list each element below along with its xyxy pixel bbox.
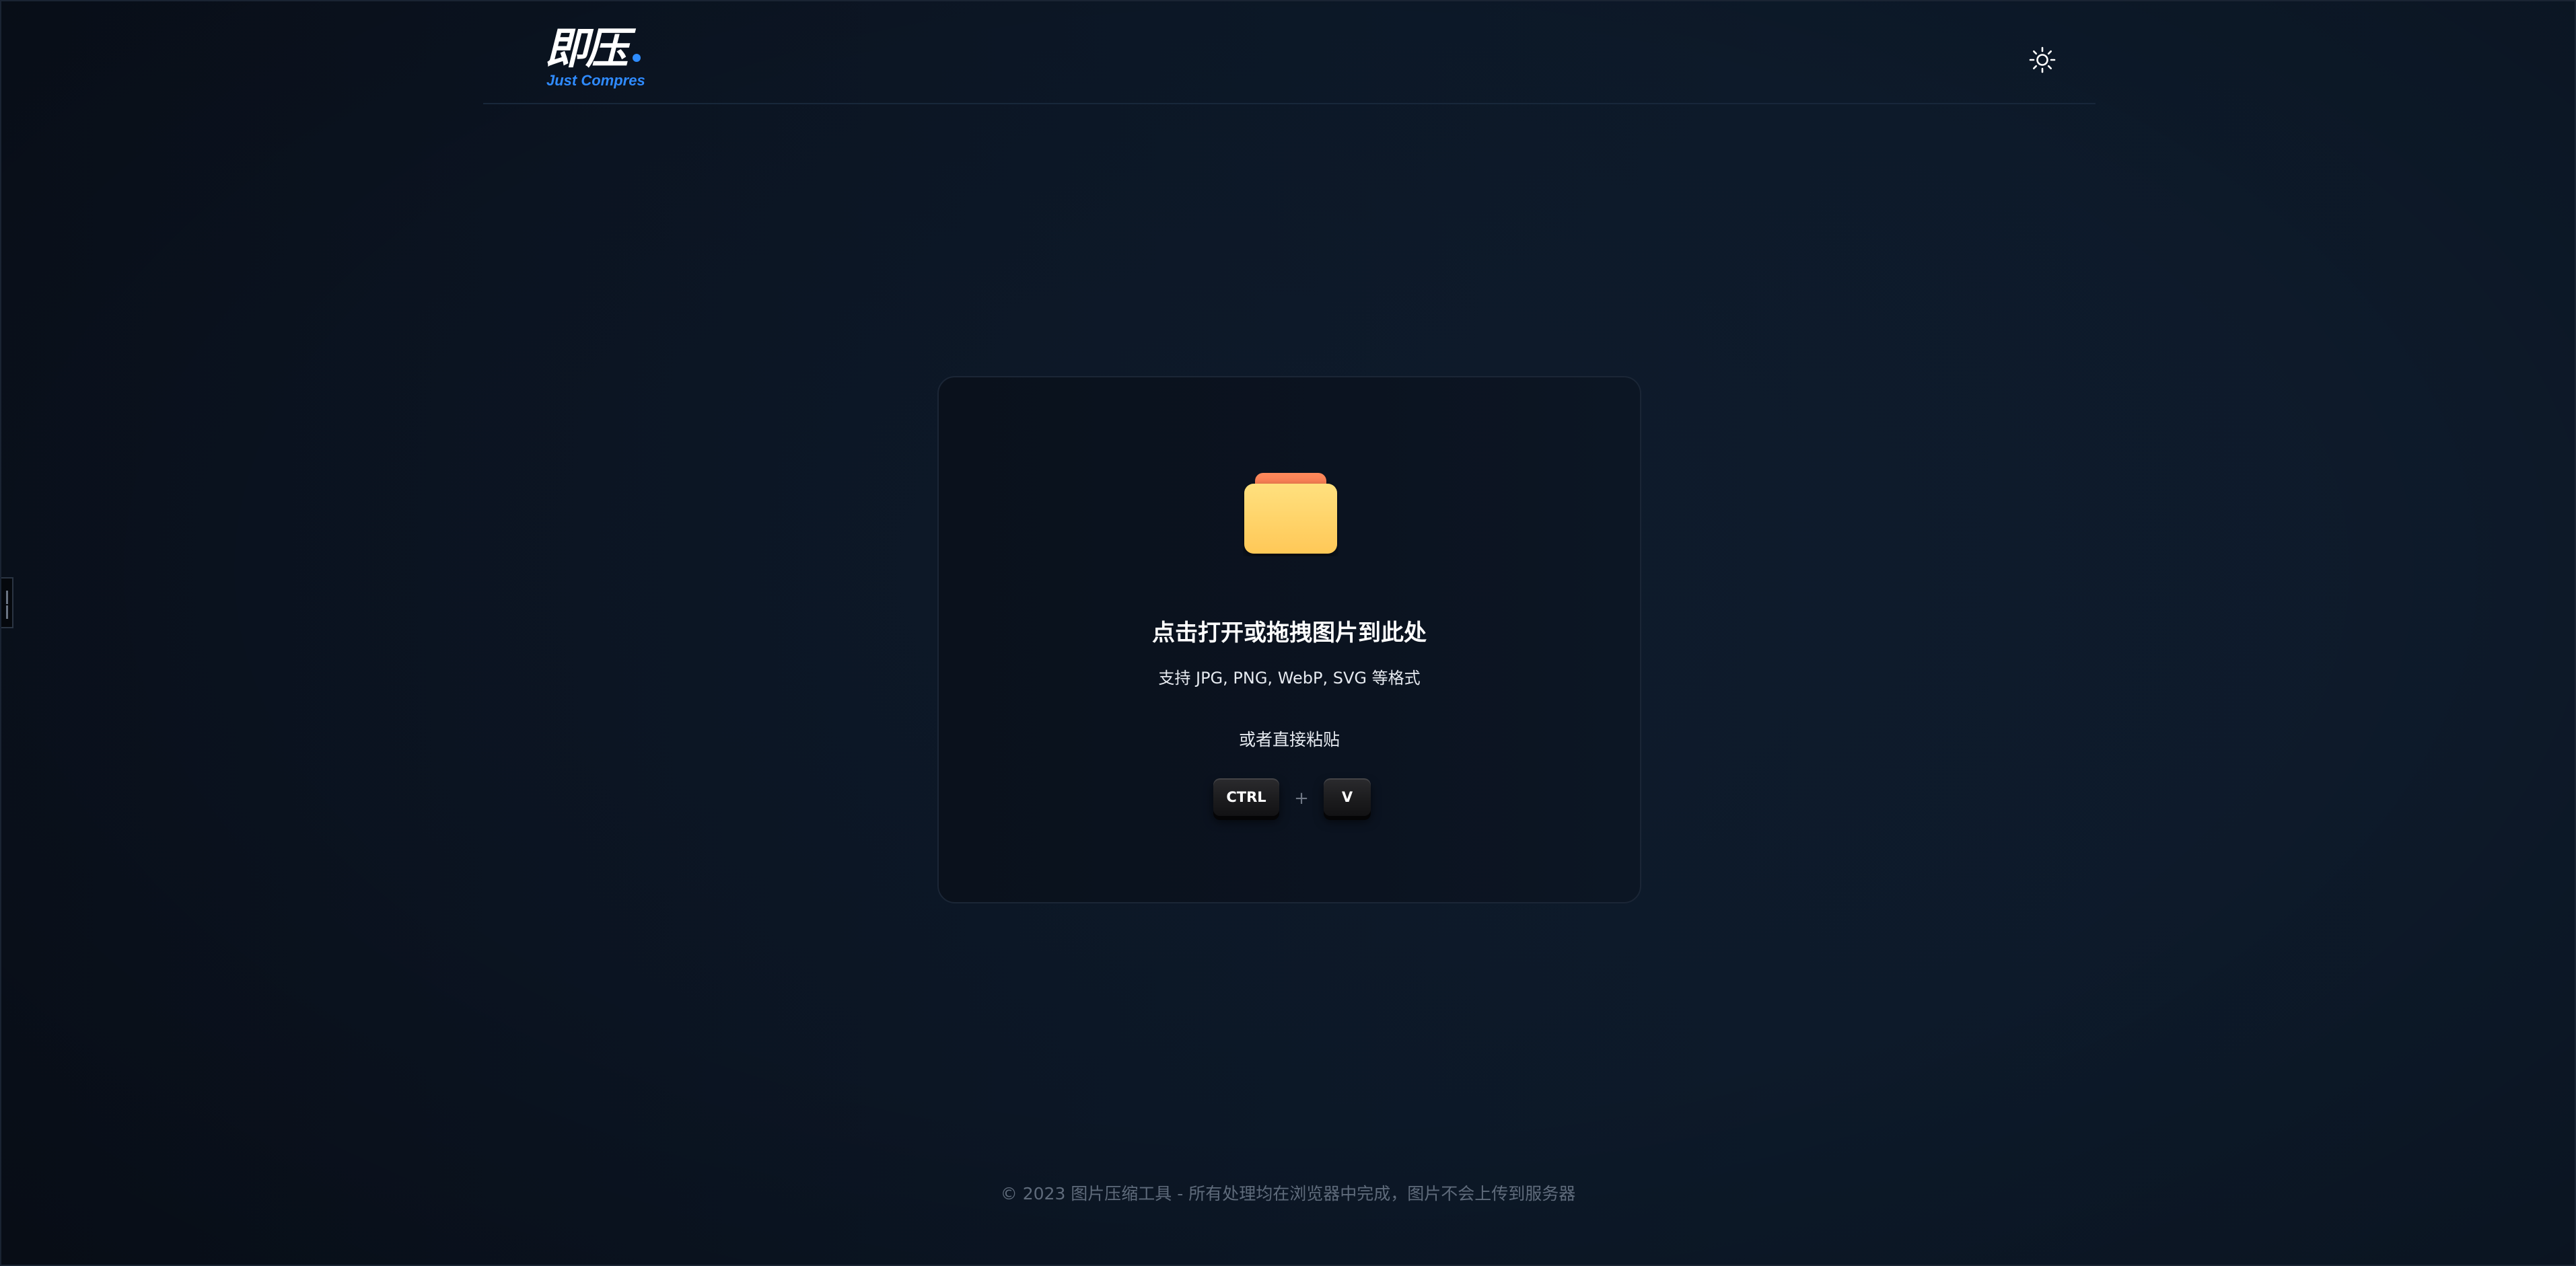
logo-dot — [633, 54, 641, 62]
logo-text: 即压 — [545, 24, 629, 74]
v-key: V — [1324, 778, 1371, 816]
ctrl-key: CTRL — [1213, 778, 1279, 816]
supported-formats-text: 支持 JPG, PNG, WebP, SVG 等格式 — [1158, 669, 1421, 687]
side-panel-handle[interactable] — [1, 577, 13, 628]
app-page: 即压 Just Compres 点击打开或拖拽图片到此处 支持 JPG, PNG… — [0, 0, 2576, 1266]
dropzone-title: 点击打开或拖拽图片到此处 — [1152, 620, 1427, 646]
app-logo[interactable]: 即压 Just Compres — [545, 27, 653, 91]
paste-hint: 或者直接粘贴 — [1238, 730, 1340, 749]
theme-toggle-button[interactable] — [2028, 46, 2056, 74]
footer-text: © 2023 图片压缩工具 - 所有处理均在浏览器中完成，图片不会上传到服务器 — [1000, 1184, 1576, 1203]
top-header: 即压 Just Compres — [483, 1, 2096, 104]
logo-subtitle: Just Compres — [546, 72, 645, 89]
plus-sign: + — [1294, 788, 1309, 809]
paste-shortcut: CTRL + V — [939, 778, 1640, 823]
upload-dropzone[interactable]: 点击打开或拖拽图片到此处 支持 JPG, PNG, WebP, SVG 等格式 … — [937, 376, 1641, 903]
folder-icon — [1244, 473, 1337, 554]
sun-icon — [2029, 46, 2056, 73]
